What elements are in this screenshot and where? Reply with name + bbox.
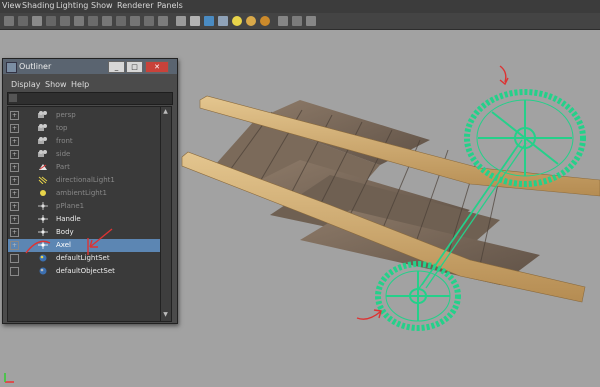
scroll-down-icon[interactable]: ▼: [162, 311, 169, 318]
outliner-filter-field[interactable]: [7, 92, 173, 105]
use-default-lighting-icon[interactable]: [232, 16, 242, 26]
smooth-shade-icon[interactable]: [190, 16, 200, 26]
expand-icon[interactable]: +: [10, 111, 19, 120]
hud-icon[interactable]: [292, 16, 302, 26]
textured-icon[interactable]: [204, 16, 214, 26]
outliner-item-part[interactable]: + Part: [8, 161, 160, 174]
shadows-icon[interactable]: [260, 16, 270, 26]
menu-renderer[interactable]: Renderer: [117, 1, 154, 10]
outliner-titlebar[interactable]: Outliner _ □ ✕: [3, 59, 177, 74]
outliner-menubar: Display Show Help: [3, 77, 177, 91]
expand-icon[interactable]: +: [10, 163, 19, 172]
expand-icon[interactable]: +: [10, 150, 19, 159]
gate-mask-icon[interactable]: [102, 16, 112, 26]
expand-icon[interactable]: +: [10, 176, 19, 185]
menu-panels[interactable]: Panels: [157, 1, 183, 10]
view-transform-icon[interactable]: [306, 16, 316, 26]
field-chart-icon[interactable]: [116, 16, 126, 26]
transform-icon: [38, 228, 48, 236]
rotation-arrow-bottom: [356, 311, 381, 320]
outliner-item-handle[interactable]: + Handle: [8, 213, 160, 226]
outliner-item-pplane1[interactable]: + pPlane1: [8, 200, 160, 213]
camera-icon: [38, 111, 47, 118]
rotation-arrow-top-head: [499, 77, 509, 86]
viewport-menubar: View Shading Lighting Show Renderer Pane…: [0, 0, 600, 14]
outliner-menu-help[interactable]: Help: [71, 80, 89, 89]
resolution-gate-icon[interactable]: [88, 16, 98, 26]
outliner-window-icon: [6, 62, 17, 73]
expand-icon: [10, 267, 19, 276]
outliner-item-axel[interactable]: + Axel: [8, 239, 160, 252]
expand-icon[interactable]: +: [10, 137, 19, 146]
expand-icon[interactable]: +: [10, 241, 19, 250]
maya-workspace: View Shading Lighting Show Renderer Pane…: [0, 0, 600, 387]
outliner-item-front[interactable]: + front: [8, 135, 160, 148]
use-all-lights-icon[interactable]: [246, 16, 256, 26]
outliner-item-defaultlightset[interactable]: defaultLightSet: [8, 252, 160, 265]
outliner-menu-display[interactable]: Display: [11, 80, 41, 89]
transform-icon: [38, 215, 48, 223]
image-plane-icon[interactable]: [46, 16, 56, 26]
menu-shading[interactable]: Shading: [22, 1, 55, 10]
xray-icon[interactable]: [158, 16, 168, 26]
camera-icon: [38, 124, 47, 131]
expand-icon[interactable]: +: [10, 124, 19, 133]
safe-action-icon[interactable]: [130, 16, 140, 26]
filter-options-icon[interactable]: [9, 94, 17, 102]
expand-icon[interactable]: +: [10, 228, 19, 237]
camera-icon: [38, 150, 47, 157]
outliner-item-top[interactable]: + top: [8, 122, 160, 135]
select-camera-icon[interactable]: [4, 16, 14, 26]
viewport-toolbar: [0, 13, 600, 30]
minimize-button[interactable]: _: [108, 61, 125, 73]
lock-camera-icon[interactable]: [18, 16, 28, 26]
outliner-item-side[interactable]: + side: [8, 148, 160, 161]
expand-icon[interactable]: +: [10, 215, 19, 224]
ambient-light-icon: [40, 190, 46, 196]
expand-icon[interactable]: +: [10, 202, 19, 211]
outliner-title: Outliner: [19, 62, 52, 71]
isolate-select-icon[interactable]: [278, 16, 288, 26]
outliner-item-ambientlight1[interactable]: + ambientLight1: [8, 187, 160, 200]
menu-lighting[interactable]: Lighting: [56, 1, 88, 10]
maximize-button[interactable]: □: [126, 61, 143, 73]
outliner-item-directionallight1[interactable]: + directionalLight1: [8, 174, 160, 187]
transform-icon: [38, 202, 48, 210]
axis-indicator: [4, 373, 14, 383]
set-icon: [39, 254, 47, 262]
menu-show[interactable]: Show: [91, 1, 113, 10]
wheel-top-wireframe: [464, 89, 586, 187]
outliner-scrollbar[interactable]: ▲ ▼: [160, 106, 172, 322]
transform-icon: [38, 241, 48, 249]
wheel-bottom-wireframe: [375, 261, 461, 331]
scroll-up-icon[interactable]: ▲: [162, 108, 169, 115]
rotation-arrow-top: [499, 65, 507, 83]
set-icon: [39, 267, 47, 275]
outliner-window: Outliner _ □ ✕ Display Show Help + persp…: [2, 58, 178, 324]
expand-icon[interactable]: +: [10, 189, 19, 198]
outliner-tree[interactable]: + persp + top + front + side + Part + di…: [7, 106, 161, 322]
part-icon: [39, 164, 47, 170]
outliner-item-body[interactable]: + Body: [8, 226, 160, 239]
outliner-item-persp[interactable]: + persp: [8, 109, 160, 122]
film-gate-icon[interactable]: [74, 16, 84, 26]
outliner-item-defaultobjectset[interactable]: defaultObjectSet: [8, 265, 160, 278]
menu-view[interactable]: View: [2, 1, 21, 10]
safe-title-icon[interactable]: [144, 16, 154, 26]
expand-icon: [10, 254, 19, 263]
wireframe-on-shaded-icon[interactable]: [218, 16, 228, 26]
directional-light-icon: [38, 176, 48, 184]
outliner-menu-show[interactable]: Show: [45, 80, 67, 89]
grid-icon[interactable]: [60, 16, 70, 26]
close-button[interactable]: ✕: [145, 61, 169, 73]
bookmarks-icon[interactable]: [32, 16, 42, 26]
wireframe-icon[interactable]: [176, 16, 186, 26]
camera-icon: [38, 137, 47, 144]
